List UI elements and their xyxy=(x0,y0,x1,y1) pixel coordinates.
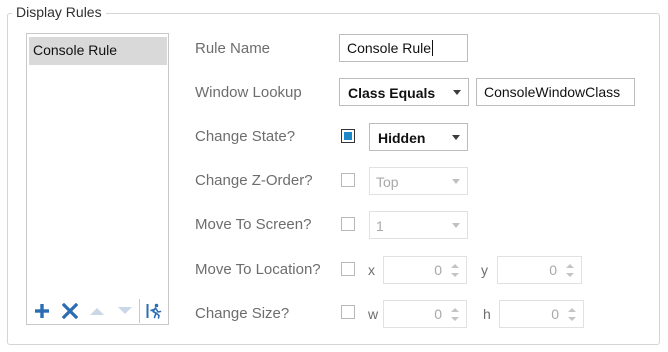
chevron-down-icon xyxy=(453,90,461,95)
move-to-screen-checkbox[interactable] xyxy=(341,217,355,231)
location-y-value: 0 xyxy=(549,262,557,278)
z-order-select[interactable]: Top xyxy=(369,167,468,195)
size-h-spinner[interactable]: 0 xyxy=(499,300,584,328)
rules-list-toolbar xyxy=(28,299,167,323)
x-label: x xyxy=(368,262,375,278)
list-item[interactable]: Console Rule xyxy=(29,37,167,65)
window-state-select[interactable]: Hidden xyxy=(369,123,468,151)
rules-list[interactable]: Console Rule xyxy=(26,33,169,325)
screen-value: 1 xyxy=(376,218,384,234)
w-label: w xyxy=(368,306,379,322)
spin-up-icon[interactable] xyxy=(451,264,459,268)
window-class-input[interactable]: ConsoleWindowClass xyxy=(476,78,635,106)
size-w-value: 0 xyxy=(434,306,442,322)
add-icon xyxy=(34,304,49,318)
location-y-spinner[interactable]: 0 xyxy=(497,256,582,284)
move-up-button[interactable] xyxy=(84,299,112,323)
run-rule-icon xyxy=(146,303,161,319)
size-w-spinner[interactable]: 0 xyxy=(383,300,467,328)
chevron-down-icon xyxy=(452,179,460,184)
change-state-checkbox[interactable] xyxy=(341,129,355,143)
move-up-icon xyxy=(90,308,105,315)
text-cursor xyxy=(432,40,434,56)
add-rule-button[interactable] xyxy=(28,299,56,323)
window-lookup-mode-select[interactable]: Class Equals xyxy=(339,78,469,106)
change-size-label: Change Size? xyxy=(195,305,290,322)
screen-select[interactable]: 1 xyxy=(369,211,468,239)
move-to-location-checkbox[interactable] xyxy=(341,262,355,276)
window-state-value: Hidden xyxy=(378,130,426,146)
run-rule-button[interactable] xyxy=(139,299,167,323)
move-down-button[interactable] xyxy=(111,299,139,323)
location-x-spinner[interactable]: 0 xyxy=(383,256,467,284)
window-lookup-label: Window Lookup xyxy=(195,84,302,101)
chevron-down-icon xyxy=(452,223,460,228)
rule-name-label: Rule Name xyxy=(195,40,271,57)
group-title: Display Rules xyxy=(12,4,106,20)
z-order-value: Top xyxy=(376,174,399,190)
rule-name-value: Console Rule xyxy=(347,40,432,56)
move-to-location-label: Move To Location? xyxy=(195,261,321,278)
chevron-down-icon xyxy=(452,135,460,140)
change-z-order-label: Change Z-Order? xyxy=(195,172,313,189)
window-lookup-mode-value: Class Equals xyxy=(348,85,436,101)
checkbox-checked-mark xyxy=(344,132,352,140)
spin-up-icon[interactable] xyxy=(566,264,574,268)
rule-name-input[interactable]: Console Rule xyxy=(339,34,468,62)
remove-icon xyxy=(61,303,78,319)
remove-rule-button[interactable] xyxy=(56,299,84,323)
spin-up-icon[interactable] xyxy=(568,308,576,312)
move-down-icon xyxy=(118,307,133,314)
location-x-value: 0 xyxy=(434,262,442,278)
change-state-label: Change State? xyxy=(195,128,296,145)
change-z-order-checkbox[interactable] xyxy=(341,173,355,187)
spin-down-icon[interactable] xyxy=(566,273,574,277)
change-size-checkbox[interactable] xyxy=(341,305,355,319)
spin-down-icon[interactable] xyxy=(568,317,576,321)
size-h-value: 0 xyxy=(551,306,559,322)
y-label: y xyxy=(481,262,488,278)
move-to-screen-label: Move To Screen? xyxy=(195,216,312,233)
h-label: h xyxy=(483,306,491,322)
spin-down-icon[interactable] xyxy=(451,273,459,277)
spin-up-icon[interactable] xyxy=(451,308,459,312)
window-class-value: ConsoleWindowClass xyxy=(484,84,621,100)
spin-down-icon[interactable] xyxy=(451,317,459,321)
